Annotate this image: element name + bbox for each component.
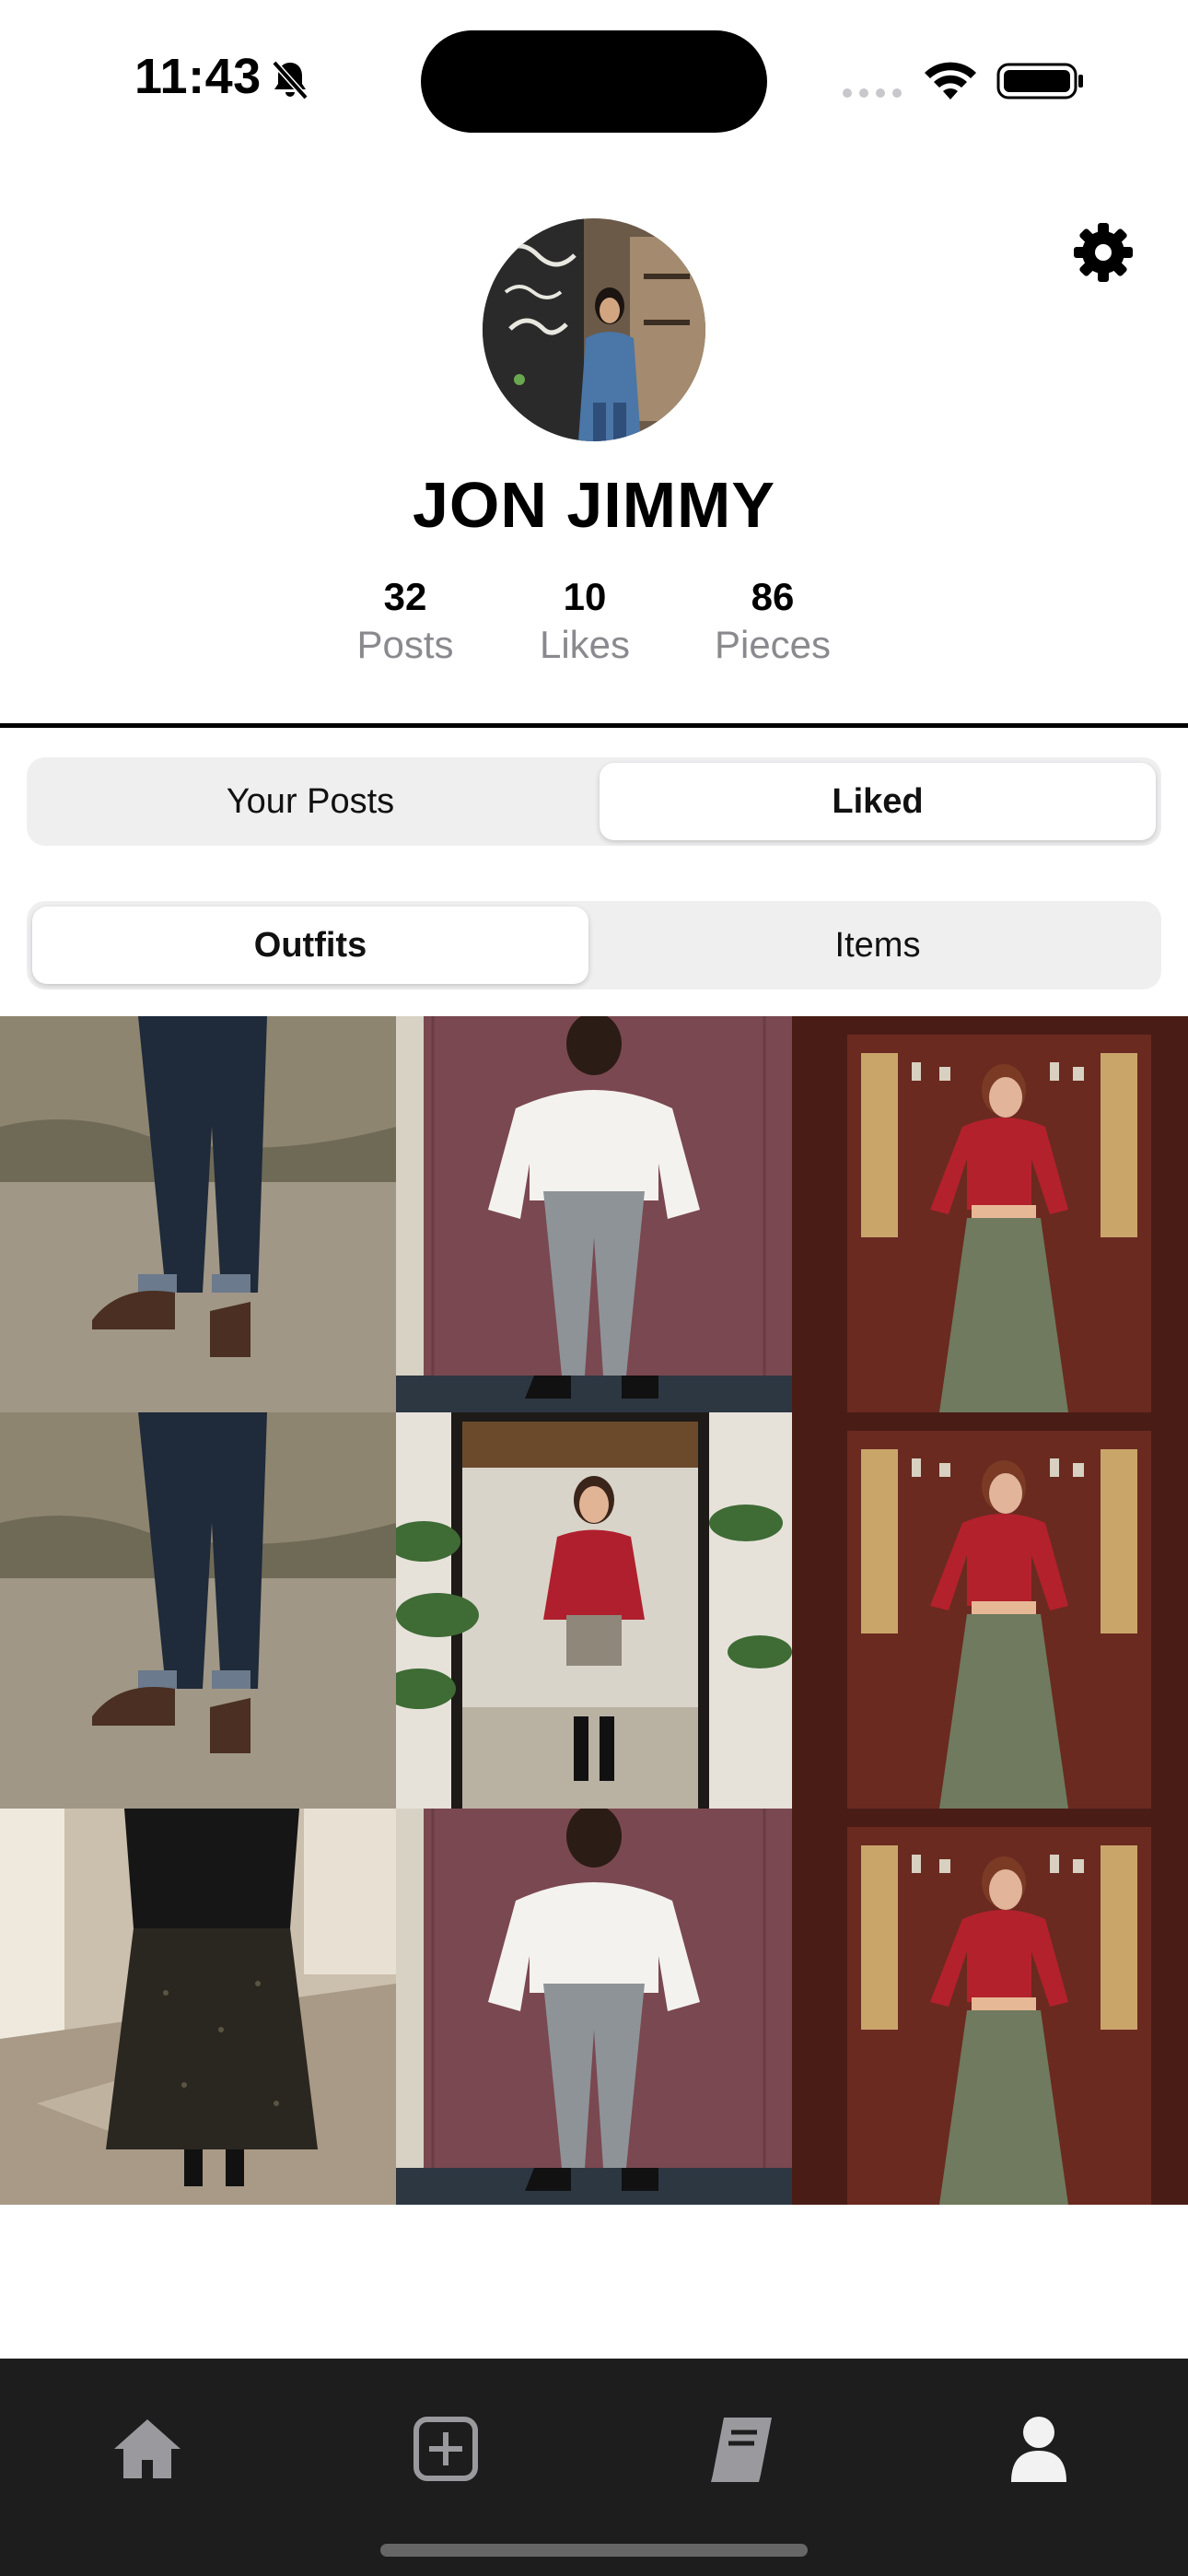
tab-items[interactable]: Items — [600, 907, 1156, 984]
outfit-black-skirt-photo — [0, 1809, 396, 2205]
stat-posts-label: Posts — [356, 623, 454, 666]
tab-outfits[interactable]: Outfits — [32, 907, 588, 984]
status-bar: 11:43 — [0, 0, 1188, 161]
outfit-grid — [0, 1016, 1188, 2205]
grid-item[interactable] — [792, 1016, 1188, 1412]
feed-toggle: Your Posts Liked — [27, 757, 1161, 846]
grid-item[interactable] — [396, 1412, 792, 1809]
outfit-red-top-skirt-photo — [792, 1412, 1188, 1809]
grid-item[interactable] — [0, 1809, 396, 2205]
lookbook-icon[interactable] — [704, 2412, 777, 2486]
grid-item[interactable] — [396, 1016, 792, 1412]
outfit-jeans-boots-photo — [0, 1412, 396, 1809]
outfit-red-top-skirt-photo — [792, 1016, 1188, 1412]
home-icon[interactable] — [111, 2412, 184, 2486]
stat-pieces[interactable]: 86 Pieces — [694, 573, 851, 669]
stat-posts-value: 32 — [383, 575, 427, 618]
settings-gear-icon[interactable] — [1072, 221, 1135, 284]
tab-liked[interactable]: Liked — [600, 763, 1156, 840]
avatar[interactable] — [483, 218, 705, 441]
stat-pieces-value: 86 — [751, 575, 795, 618]
divider — [0, 723, 1188, 728]
outfit-white-sweater-photo — [396, 1809, 792, 2205]
grid-item[interactable] — [0, 1412, 396, 1809]
stat-pieces-label: Pieces — [714, 623, 832, 666]
grid-item[interactable] — [792, 1412, 1188, 1809]
stat-likes-value: 10 — [563, 575, 607, 618]
status-time: 11:43 — [134, 49, 262, 104]
add-post-icon[interactable] — [409, 2412, 483, 2486]
home-indicator — [380, 2544, 808, 2557]
grid-item[interactable] — [792, 1809, 1188, 2205]
tab-your-posts[interactable]: Your Posts — [32, 763, 588, 840]
wifi-icon — [925, 62, 976, 100]
outfit-mirror-selfie-photo — [396, 1412, 792, 1809]
outfit-white-sweater-photo — [396, 1016, 792, 1412]
outfit-red-top-skirt-photo — [792, 1809, 1188, 2205]
stat-posts[interactable]: 32 Posts — [327, 573, 483, 669]
type-toggle: Outfits Items — [27, 901, 1161, 989]
cellular-icon — [843, 88, 902, 98]
grid-item[interactable] — [396, 1809, 792, 2205]
grid-item[interactable] — [0, 1016, 396, 1412]
bell-slash-icon — [272, 60, 309, 100]
outfit-jeans-boots-photo — [0, 1016, 396, 1412]
stat-likes[interactable]: 10 Likes — [507, 573, 663, 669]
dynamic-island — [421, 30, 767, 133]
stat-likes-label: Likes — [539, 623, 631, 666]
profile-icon[interactable] — [1002, 2412, 1076, 2486]
battery-icon — [996, 63, 1083, 100]
profile-name: JON JIMMY — [412, 469, 776, 541]
